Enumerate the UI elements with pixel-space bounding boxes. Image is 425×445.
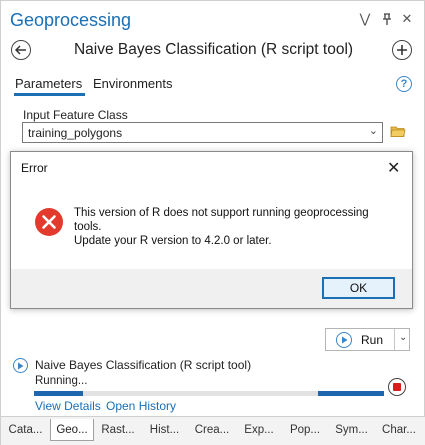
bottom-tab[interactable]: Pop... [283, 419, 327, 441]
select-value: training_polygons [28, 126, 123, 140]
geoprocessing-pane: Geoprocessing ⋁ ✕ Naive Bayes Classifica… [0, 0, 425, 445]
status-state: Running... [35, 375, 88, 387]
close-pane-icon[interactable]: ✕ [399, 11, 415, 27]
help-icon[interactable]: ? [396, 76, 412, 92]
dialog-close-icon[interactable]: ✕ [387, 158, 400, 178]
add-icon[interactable] [392, 40, 412, 60]
progress-bar [34, 391, 384, 396]
open-history-link[interactable]: Open History [106, 399, 176, 413]
active-tab-indicator [14, 93, 85, 96]
run-button[interactable]: Run ⌄ [325, 328, 410, 351]
tool-title: Naive Bayes Classification (R script too… [73, 41, 354, 58]
error-message-line: tools. [74, 221, 102, 233]
tab-parameters[interactable]: Parameters [15, 76, 82, 91]
error-message: This version of R does not support runni… [74, 206, 369, 248]
view-details-link[interactable]: View Details [35, 399, 101, 413]
bottom-tab-active[interactable]: Geo... [50, 419, 94, 441]
error-dialog: Error ✕ This version of R does not suppo… [10, 151, 413, 309]
bottom-tab[interactable]: Crea... [189, 419, 235, 441]
chevron-down-icon[interactable]: ⌄ [369, 124, 378, 137]
ok-button[interactable]: OK [322, 277, 395, 299]
progress-fill [34, 391, 83, 396]
progress-fill [318, 391, 384, 396]
input-feature-class-select[interactable]: training_polygons ⌄ [22, 122, 383, 143]
bottom-tab[interactable]: Hist... [142, 419, 187, 441]
play-icon [336, 332, 352, 348]
pane-title: Geoprocessing [10, 10, 132, 30]
stop-icon [393, 383, 401, 391]
run-label: Run [361, 333, 384, 347]
run-options-chevron-icon[interactable]: ⌄ [399, 332, 407, 343]
bottom-tab[interactable]: Rast... [97, 419, 139, 441]
browse-folder-icon[interactable] [390, 124, 406, 138]
bottom-tab[interactable]: Sym... [329, 419, 374, 441]
bottom-tab[interactable]: Cata... [3, 419, 48, 441]
input-feature-class-label: Input Feature Class [23, 108, 128, 122]
error-message-line: This version of R does not support runni… [74, 207, 369, 219]
dialog-title: Error [21, 161, 48, 175]
status-tool-name: Naive Bayes Classification (R script too… [35, 358, 252, 372]
float-icon[interactable]: ⋁ [357, 11, 373, 27]
pin-icon[interactable] [379, 11, 395, 27]
bottom-tab[interactable]: Char... [376, 419, 422, 441]
status-play-icon [13, 358, 28, 373]
stop-button[interactable] [388, 378, 406, 396]
run-separator [394, 329, 395, 350]
bottom-tab[interactable]: Exp... [237, 419, 281, 441]
error-message-line: Update your R version to 4.2.0 or later. [74, 235, 272, 247]
error-icon [34, 207, 64, 237]
tab-environments[interactable]: Environments [93, 76, 172, 91]
